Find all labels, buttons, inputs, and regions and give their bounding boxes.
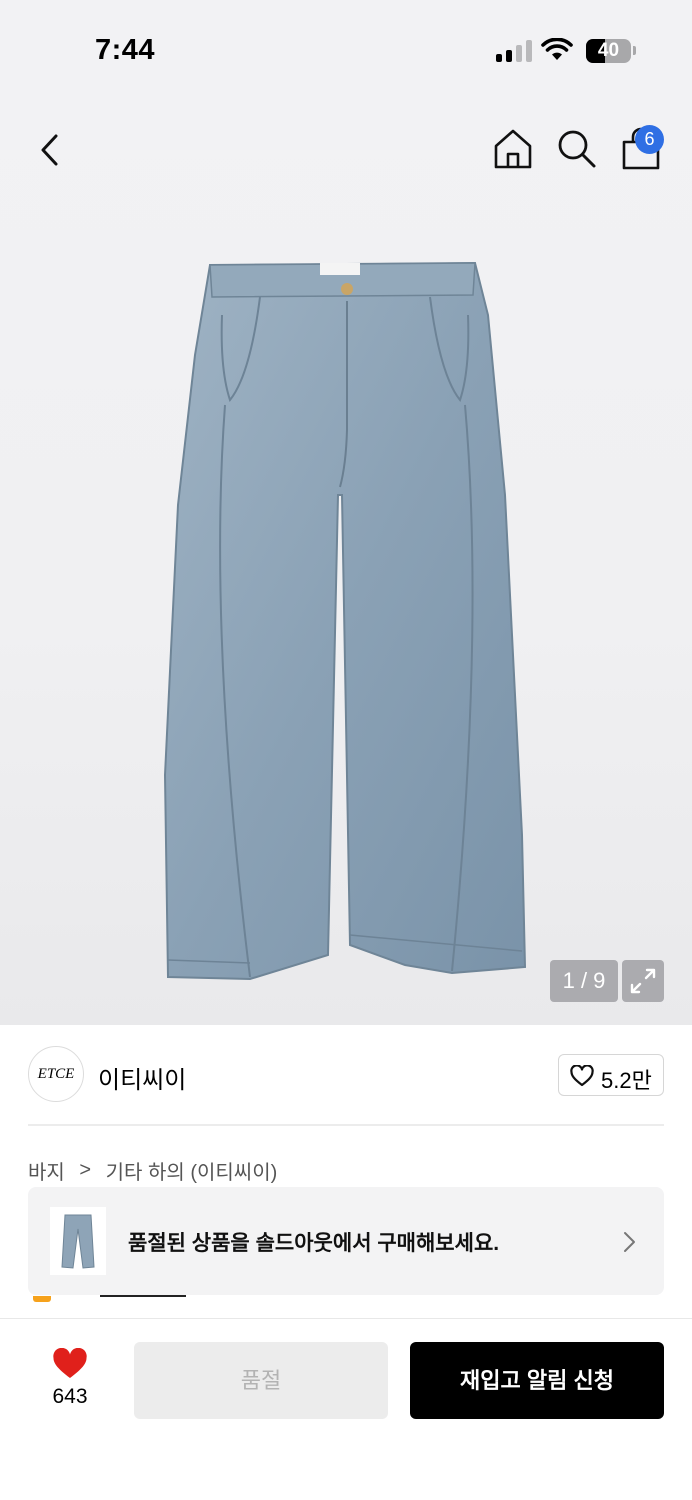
back-icon[interactable] (32, 128, 72, 172)
breadcrumb-category[interactable]: 바지 (28, 1156, 65, 1185)
battery-cap (633, 46, 636, 55)
heart-outline-icon (570, 1065, 594, 1087)
image-counter: 1 / 9 (550, 960, 618, 1002)
underline (100, 1295, 186, 1297)
status-time: 7:44 (95, 34, 156, 66)
rating-star-icon (33, 1296, 51, 1302)
banner-thumbnail (50, 1207, 106, 1275)
soldout-button[interactable]: 품절 (134, 1342, 388, 1419)
product-image[interactable] (150, 255, 540, 985)
product-gallery[interactable]: 7:44 40 6 1 / 9 (0, 0, 692, 1025)
expand-icon[interactable] (622, 960, 664, 1002)
home-icon[interactable] (490, 126, 536, 172)
chevron-right-icon (624, 1232, 635, 1252)
breadcrumb: 바지 > 기타 하의 (이티씨이) (28, 1156, 278, 1185)
restock-alert-button[interactable]: 재입고 알림 신청 (410, 1342, 664, 1419)
heart-filled-icon (53, 1348, 87, 1378)
battery-level: 40 (597, 40, 620, 61)
search-icon[interactable] (554, 126, 600, 172)
cellular-signal-icon (496, 40, 532, 62)
brand-logo[interactable]: ETCE (28, 1046, 84, 1102)
status-bar: 7:44 40 (0, 0, 692, 100)
bottom-action-bar: 643 품절 재입고 알림 신청 (0, 1318, 692, 1500)
brand-like-count: 5.2만 (601, 1068, 652, 1093)
brand-like-button[interactable]: 5.2만 (558, 1054, 664, 1096)
cart-count-badge: 6 (635, 125, 664, 154)
breadcrumb-subcategory[interactable]: 기타 하의 (이티씨이) (106, 1156, 278, 1185)
soldout-banner[interactable]: 품절된 상품을 솔드아웃에서 구매해보세요. (28, 1187, 664, 1295)
soldout-banner-text: 품절된 상품을 솔드아웃에서 구매해보세요. (128, 1232, 500, 1255)
brand-name[interactable]: 이티씨이 (98, 1060, 186, 1095)
wifi-icon (541, 38, 573, 60)
battery-icon: 40 (586, 39, 631, 63)
chevron-right-icon: > (79, 1159, 92, 1181)
divider (28, 1124, 664, 1126)
wish-count: 643 (52, 1385, 88, 1408)
brand-row: ETCE 이티씨이 5.2만 (0, 1026, 692, 1124)
